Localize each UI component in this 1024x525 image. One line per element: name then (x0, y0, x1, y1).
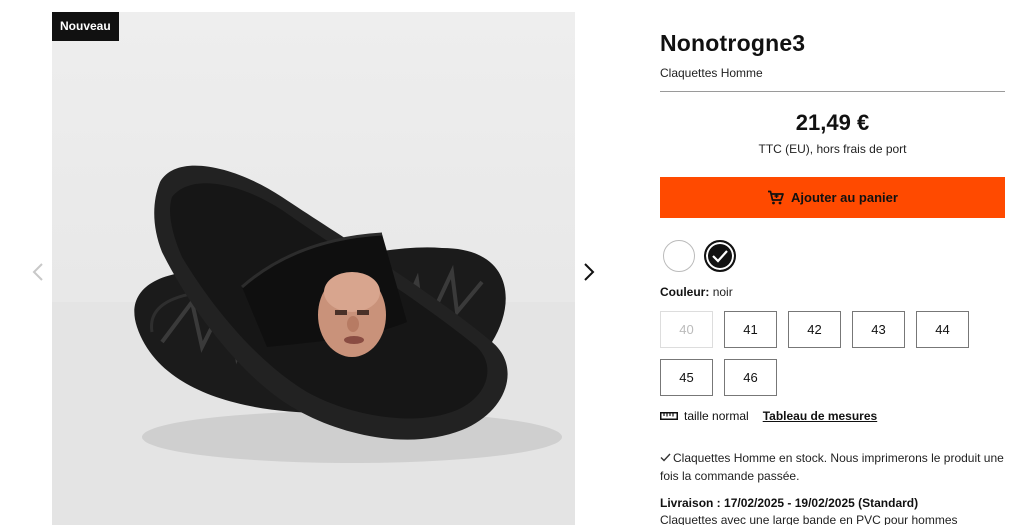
size-chart-link[interactable]: Tableau de mesures (763, 409, 878, 423)
product-title: Nonotrogne3 (660, 30, 806, 56)
color-swatch-white[interactable] (663, 240, 695, 272)
stock-text: Claquettes Homme en stock. Nous imprimer… (660, 451, 1004, 483)
add-to-cart-button[interactable]: Ajouter au panier (660, 177, 1005, 218)
color-label-key: Couleur: (660, 285, 710, 299)
product-price: 21,49 € (795, 110, 870, 135)
add-to-cart-label: Ajouter au panier (791, 190, 898, 205)
new-badge: Nouveau (52, 12, 119, 41)
stock-info: Claquettes Homme en stock. Nous imprimer… (660, 449, 1005, 485)
ruler-icon (660, 412, 678, 420)
gallery-next-button[interactable] (579, 258, 599, 286)
size-option-40: 40 (660, 311, 713, 348)
product-subtitle: Claquettes Homme (660, 66, 763, 80)
divider (660, 91, 1005, 92)
size-option-44[interactable]: 44 (916, 311, 969, 348)
product-description: Claquettes avec une large bande en PVC p… (660, 513, 958, 525)
chevron-left-icon (32, 263, 43, 281)
check-icon (660, 453, 671, 462)
gallery-prev-button[interactable] (28, 258, 48, 286)
color-swatch-black[interactable] (704, 240, 736, 272)
tax-note: TTC (EU), hors frais de port (758, 142, 907, 156)
size-option-43[interactable]: 43 (852, 311, 905, 348)
size-option-42[interactable]: 42 (788, 311, 841, 348)
size-option-41[interactable]: 41 (724, 311, 777, 348)
check-icon (712, 250, 728, 263)
fit-info: taille normal Tableau de mesures (660, 409, 877, 423)
size-option-46[interactable]: 46 (724, 359, 777, 396)
size-option-45[interactable]: 45 (660, 359, 713, 396)
cart-icon (768, 190, 784, 205)
fit-text: taille normal (684, 409, 749, 423)
color-label: Couleur: noir (660, 285, 733, 299)
delivery-info: Livraison : 17/02/2025 - 19/02/2025 (Sta… (660, 496, 919, 510)
size-selector: 40 41 42 43 44 45 46 (660, 311, 1005, 396)
product-image (52, 165, 575, 525)
color-swatches (663, 240, 736, 272)
chevron-right-icon (584, 263, 595, 281)
product-gallery: Nouveau (52, 12, 575, 525)
color-label-value: noir (712, 285, 733, 299)
